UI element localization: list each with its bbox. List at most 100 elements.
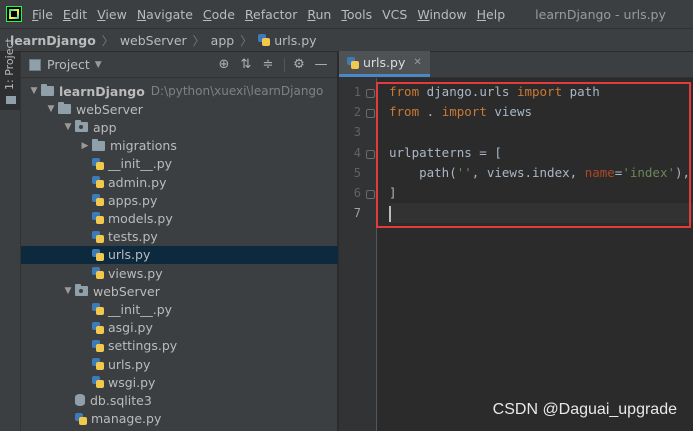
chevron-down-icon[interactable]: ▼ [27, 86, 41, 96]
collapse-all-icon[interactable]: ≑ [260, 57, 276, 73]
breadcrumb-webserver[interactable]: webServer [120, 33, 187, 48]
tree-item[interactable]: asgi.py [21, 319, 338, 337]
fold-marker-icon[interactable] [366, 190, 375, 199]
tree-item-label: settings.py [108, 338, 178, 354]
tree-item[interactable]: urls.py [21, 355, 338, 373]
code-token: , views.index, [471, 164, 585, 180]
line-number: 7 [353, 206, 361, 221]
menu-item-navigate[interactable]: Navigate [137, 7, 193, 22]
menu-item-vcs[interactable]: VCS [382, 7, 407, 22]
code-line [389, 203, 693, 224]
tree-item[interactable]: models.py [21, 209, 338, 227]
code-token: path( [389, 164, 457, 180]
tree-item[interactable]: urls.py [21, 245, 338, 264]
code-token: 'index' [622, 164, 676, 180]
close-icon[interactable]: ✕ [413, 57, 421, 68]
python-file-icon [92, 212, 104, 225]
project-tool-window-tab[interactable]: 1: Project [0, 38, 20, 110]
menu-item-mnemonic: R [244, 6, 254, 22]
database-icon [75, 394, 85, 407]
code-token: . [419, 104, 442, 120]
expand-all-icon[interactable]: ⇅ [238, 57, 254, 73]
menu-item-refactor[interactable]: Refactor [245, 7, 297, 22]
code-token: ), [675, 164, 691, 180]
line-number: 4 [353, 145, 361, 160]
tree-item-label: views.py [108, 265, 163, 281]
tree-item[interactable]: ▼ webServer [21, 100, 338, 118]
fold-marker-icon[interactable] [366, 149, 375, 159]
breadcrumb-project[interactable]: learnDjango [10, 33, 96, 48]
tree-item-path: D:\python\xuexi\learnDjango [150, 84, 324, 98]
tree-item[interactable]: tests.py [21, 228, 338, 246]
menu-item-tools[interactable]: Tools [341, 7, 372, 22]
chevron-right-icon: 〉 [101, 33, 114, 48]
python-file-icon [92, 339, 104, 352]
menu-item-label: un [315, 6, 332, 22]
menu-item-run[interactable]: Run [307, 7, 331, 22]
code-area[interactable]: from django.urls import path from . impor… [389, 78, 693, 431]
tree-item-label: __init__.py [108, 156, 173, 172]
breadcrumb-app-label: app [210, 32, 235, 48]
tree-item[interactable]: admin.py [21, 173, 338, 191]
fold-marker-icon[interactable] [366, 109, 375, 119]
menu-item-mnemonic: E [62, 6, 71, 22]
menu-item-file[interactable]: File [32, 7, 53, 22]
tree-item[interactable]: settings.py [21, 337, 338, 355]
breadcrumb-app[interactable]: app [211, 33, 235, 48]
locate-file-icon[interactable]: ⊕ [216, 57, 232, 73]
menu-item-window[interactable]: Window [417, 7, 466, 22]
tree-item[interactable]: ▼ learnDjango D:\python\xuexi\learnDjango [21, 82, 338, 100]
tree-item[interactable]: wsgi.py [21, 373, 338, 391]
menu-item-help[interactable]: Help [477, 7, 506, 22]
line-number: 5 [353, 165, 361, 180]
menu-item-label: ode [211, 6, 235, 22]
menu-item-label: avigate [146, 6, 193, 22]
breadcrumb-file[interactable]: urls.py [258, 32, 317, 48]
project-view-selector[interactable]: Project ▼ [29, 57, 102, 72]
breadcrumb-webserver-label: webServer [119, 32, 187, 48]
menu-item-label: dit [70, 6, 88, 22]
tab-urls-py[interactable]: urls.py ✕ [339, 51, 430, 77]
line-number: 6 [353, 186, 361, 200]
breadcrumb-file-label: urls.py [274, 32, 317, 48]
tree-item-label: learnDjango [59, 83, 145, 99]
chevron-down-icon[interactable]: ▼ [61, 122, 75, 132]
gear-icon[interactable]: ⚙ [291, 57, 307, 73]
tree-item[interactable]: __init__.py [21, 155, 338, 173]
breadcrumb-project-label: learnDjango [10, 32, 96, 48]
menu-item-mnemonic: H [476, 6, 487, 22]
chevron-right-icon[interactable]: ▶ [78, 141, 92, 151]
code-token: import [516, 84, 563, 99]
menu-item-edit[interactable]: Edit [63, 7, 87, 22]
python-file-icon [92, 303, 104, 316]
code-token: ] [389, 185, 397, 200]
tree-item-label: asgi.py [108, 320, 153, 336]
chevron-down-icon[interactable]: ▼ [61, 286, 75, 296]
minimize-icon[interactable]: — [313, 57, 329, 73]
python-file-icon [92, 176, 104, 188]
code-token: from [389, 84, 420, 99]
line-number: 1 [353, 85, 361, 99]
folder-icon [6, 96, 16, 104]
code-line: from django.urls import path [389, 82, 693, 102]
tree-item[interactable]: ▼ webServer [21, 282, 338, 300]
code-line: ] [389, 183, 693, 203]
code-token: '' [456, 164, 472, 180]
tree-item[interactable]: apps.py [21, 191, 338, 209]
breadcrumb: learnDjango 〉 webServer 〉 app 〉 urls.py [0, 28, 693, 52]
code-token: path [562, 84, 600, 99]
menu-item-view[interactable]: View [97, 7, 127, 22]
tree-item[interactable]: views.py [21, 264, 338, 282]
chevron-down-icon[interactable]: ▼ [44, 104, 58, 114]
tree-item[interactable]: ▼ app [21, 118, 338, 136]
tree-item[interactable]: __init__.py [21, 300, 338, 318]
menu-item-code[interactable]: Code [203, 7, 235, 22]
package-folder-icon [75, 120, 88, 133]
tree-item[interactable]: db.sqlite3 [21, 391, 338, 409]
fold-marker-icon[interactable] [366, 89, 375, 98]
tree-item-label: admin.py [108, 174, 167, 190]
tree-item[interactable]: manage.py [21, 410, 338, 428]
python-file-icon [92, 230, 104, 243]
editor-tabs: urls.py ✕ [339, 51, 693, 78]
tree-item[interactable]: ▶ migrations [21, 137, 338, 155]
